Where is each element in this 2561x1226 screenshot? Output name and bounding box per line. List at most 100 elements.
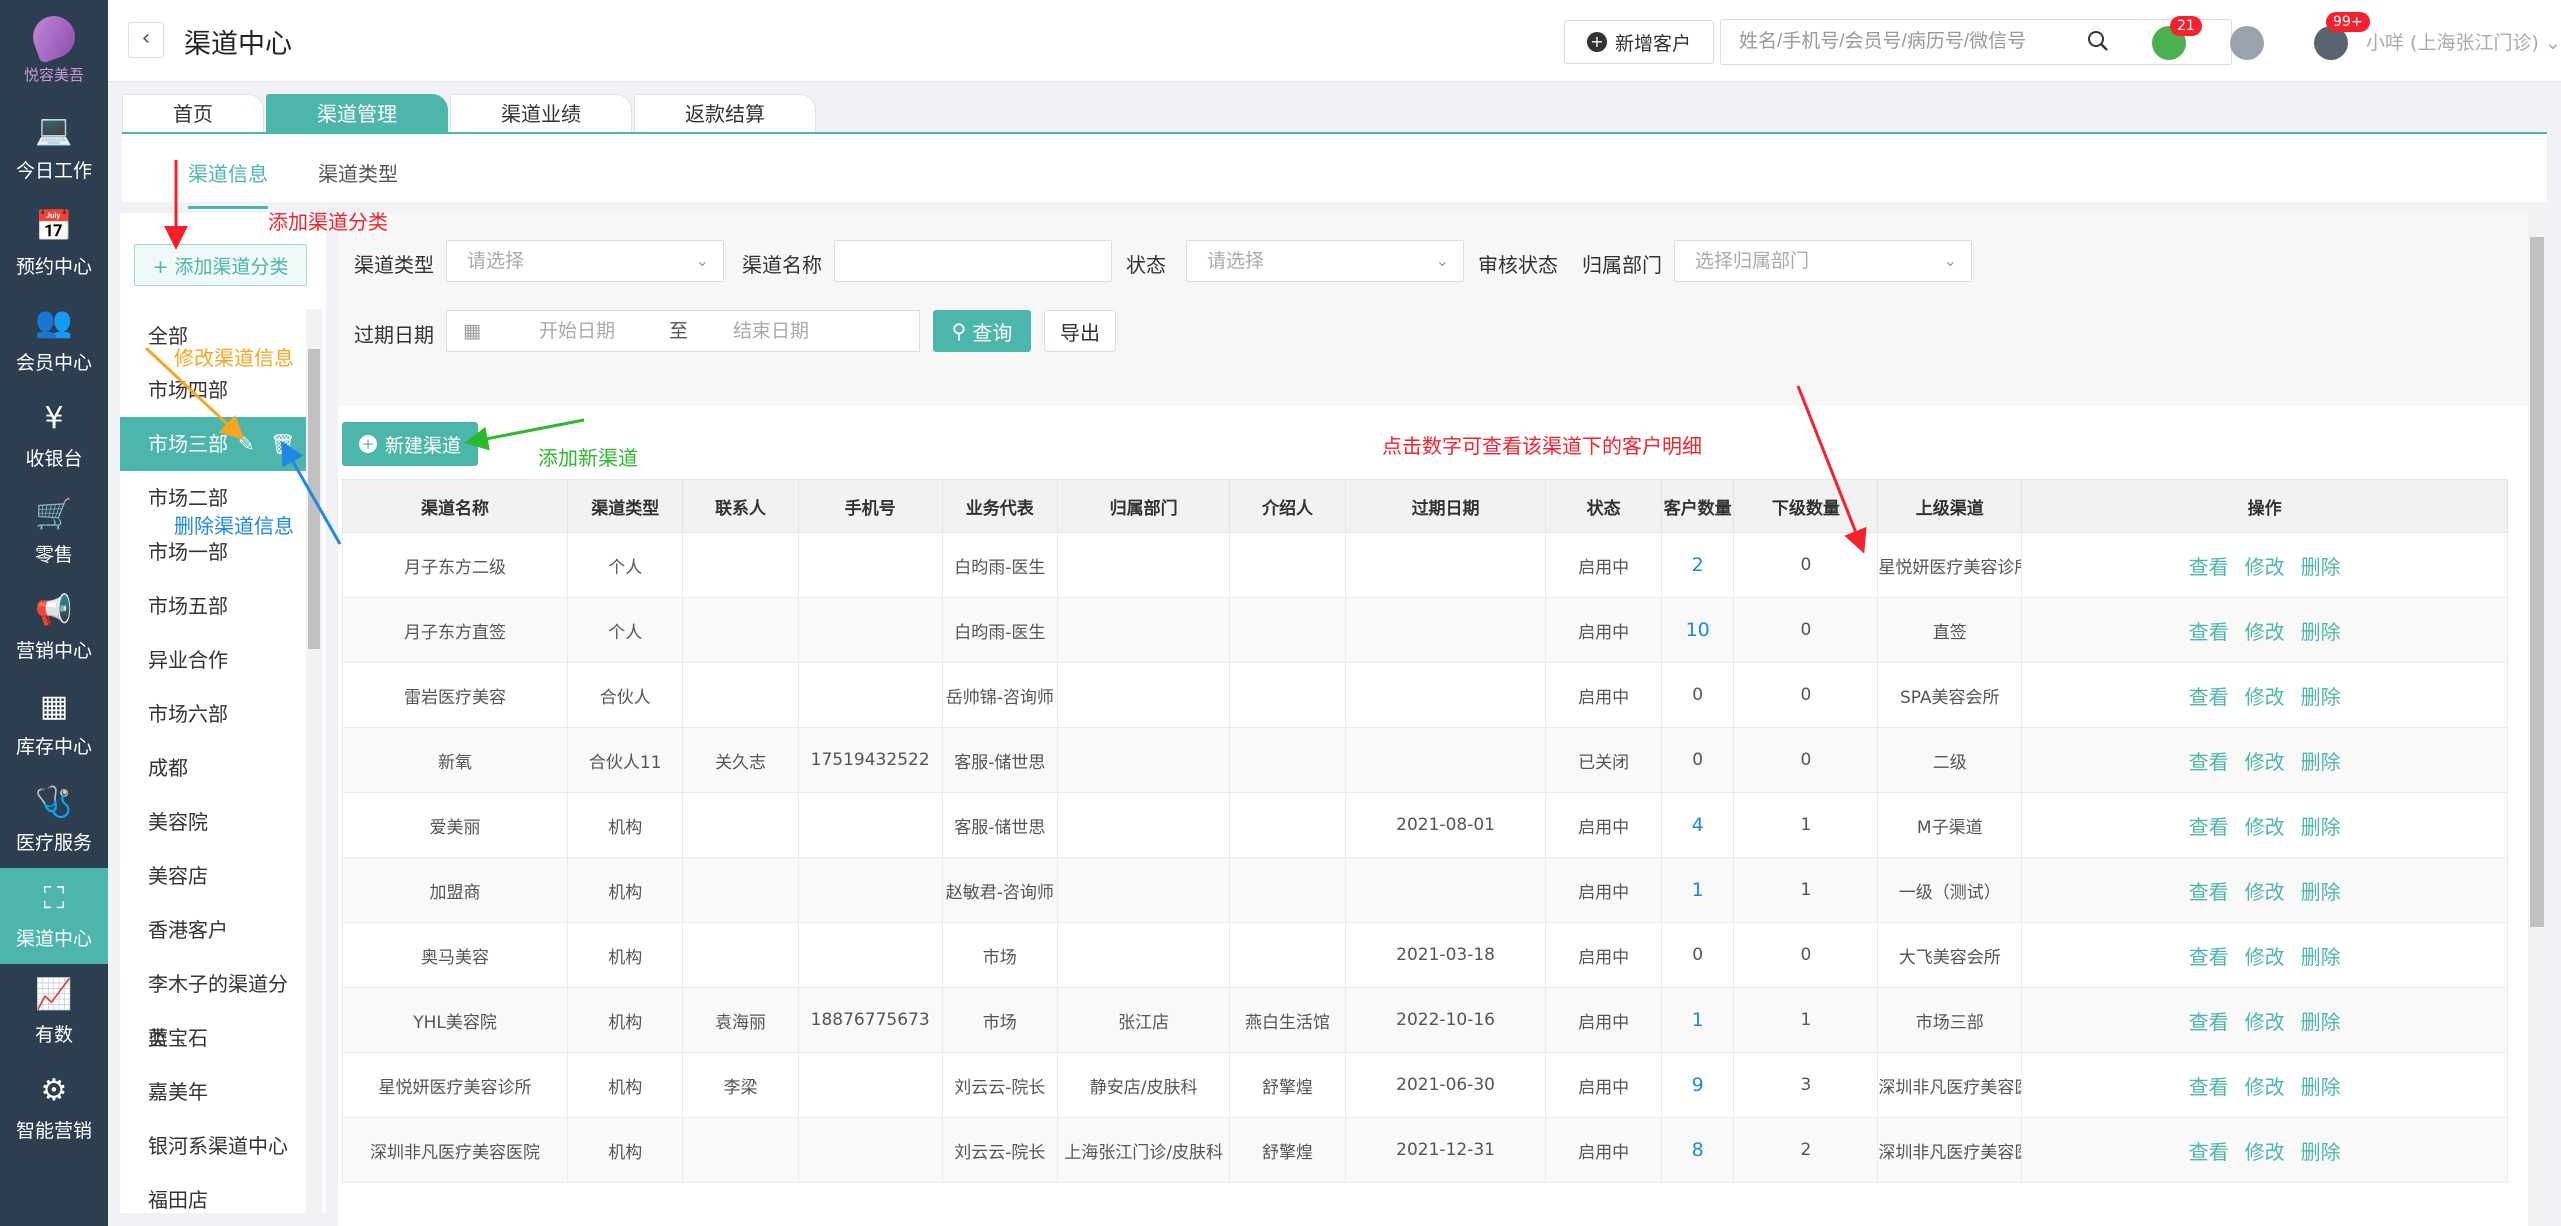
category-item[interactable]: 市场三部 ✎ 🗑 bbox=[120, 417, 306, 471]
channel-type-select[interactable]: 请选择 ⌄ bbox=[446, 240, 724, 282]
category-item[interactable]: 香港客户 bbox=[120, 903, 306, 957]
category-item[interactable]: 市场五部 bbox=[120, 579, 306, 633]
delete-action-link[interactable]: 删除 bbox=[2301, 815, 2341, 839]
category-scrollbar-thumb[interactable] bbox=[308, 349, 320, 649]
nav-item-2[interactable]: 👥 会员中心 bbox=[0, 292, 108, 388]
main-scrollbar[interactable] bbox=[2528, 213, 2546, 1226]
category-item[interactable]: 蓝宝石 bbox=[120, 1011, 306, 1065]
table-row[interactable]: 加盟商 机构 赵敏君-咨询师 启用中 1 1 一级（测试） 查看 修改 删除 bbox=[341, 857, 2508, 923]
edit-action-link[interactable]: 修改 bbox=[2245, 1140, 2285, 1164]
category-item[interactable]: 美容店 bbox=[120, 849, 306, 903]
customer-count-link[interactable]: 1 bbox=[1692, 879, 1704, 901]
view-action-link[interactable]: 查看 bbox=[2189, 620, 2229, 644]
table-row[interactable]: 爱美丽 机构 客服-储世思 2021-08-01 启用中 4 1 M子渠道 查看 修改 删除 bbox=[341, 792, 2508, 858]
edit-action-link[interactable]: 修改 bbox=[2245, 1010, 2285, 1034]
edit-action-link[interactable]: 修改 bbox=[2245, 685, 2285, 709]
table-row[interactable]: 月子东方二级 个人 白昀雨-医生 启用中 2 0 星悦妍医疗美容诊所 查看 修改 删除 bbox=[341, 532, 2508, 598]
customer-count-link[interactable]: 8 bbox=[1692, 1139, 1704, 1161]
customer-count-link[interactable]: 10 bbox=[1686, 619, 1710, 641]
user-menu[interactable]: 小咩 (上海张江门诊) ⌄ bbox=[2366, 28, 2561, 55]
view-action-link[interactable]: 查看 bbox=[2189, 555, 2229, 579]
nav-item-9[interactable]: 📈 有数 bbox=[0, 964, 108, 1060]
table-row[interactable]: 星悦妍医疗美容诊所 机构 李梁 刘云云-院长 静安店/皮肤科 舒擎煌 2021-06-30 启… bbox=[341, 1052, 2508, 1118]
customer-count-link[interactable]: 4 bbox=[1692, 814, 1704, 836]
category-item[interactable]: 成都 bbox=[120, 741, 306, 795]
table-row[interactable]: 奥马美容 机构 市场 2021-03-18 启用中 0 0 大飞美容会所 查看 修改 删除 bbox=[341, 922, 2508, 988]
customer-count-link[interactable]: 9 bbox=[1692, 1074, 1704, 1096]
nav-item-0[interactable]: 💻 今日工作 bbox=[0, 100, 108, 196]
table-row[interactable]: 深圳非凡医疗美容医院 机构 刘云云-院长 上海张江门诊/皮肤科 舒擎煌 2021-12-3… bbox=[341, 1117, 2508, 1183]
view-action-link[interactable]: 查看 bbox=[2189, 1075, 2229, 1099]
table-row[interactable]: YHL美容院 机构 袁海丽 18876775673 市场 张江店 燕白生活馆 2022-10-… bbox=[341, 987, 2508, 1053]
main-scrollbar-thumb[interactable] bbox=[2530, 237, 2544, 927]
query-button[interactable]: ⚲ 查询 bbox=[933, 310, 1031, 352]
trash-icon[interactable]: 🗑 bbox=[270, 417, 295, 471]
edit-action-link[interactable]: 修改 bbox=[2245, 815, 2285, 839]
edit-action-link[interactable]: 修改 bbox=[2245, 945, 2285, 969]
delete-action-link[interactable]: 删除 bbox=[2301, 1010, 2341, 1034]
category-scrollbar[interactable] bbox=[306, 309, 322, 1213]
edit-pencil-icon[interactable]: ✎ bbox=[238, 417, 255, 471]
customer-count-link[interactable]: 2 bbox=[1692, 554, 1704, 576]
nav-item-4[interactable]: 🛒 零售 bbox=[0, 484, 108, 580]
start-date-input[interactable]: 开始日期 bbox=[539, 311, 615, 351]
category-item[interactable]: 李木子的渠道分类 bbox=[120, 957, 306, 1050]
tab-rebate-settlement[interactable]: 返款结算 bbox=[634, 94, 816, 132]
table-row[interactable]: 雷岩医疗美容 合伙人 岳帅锦-咨询师 启用中 0 0 SPA美容会所 查看 修改 删除 bbox=[341, 662, 2508, 728]
nav-item-10[interactable]: ⚙ 智能营销 bbox=[0, 1060, 108, 1156]
nav-item-7[interactable]: 🩺 医疗服务 bbox=[0, 772, 108, 868]
category-item[interactable]: 异业合作 bbox=[120, 633, 306, 687]
edit-action-link[interactable]: 修改 bbox=[2245, 750, 2285, 774]
new-customer-button[interactable]: + 新增客户 bbox=[1564, 20, 1714, 64]
edit-action-link[interactable]: 修改 bbox=[2245, 880, 2285, 904]
subtab-channel-info[interactable]: 渠道信息 bbox=[188, 158, 268, 209]
group-icon[interactable] bbox=[2230, 26, 2264, 60]
brand-logo[interactable]: 悦容美吾 bbox=[0, 0, 108, 100]
view-action-link[interactable]: 查看 bbox=[2189, 815, 2229, 839]
delete-action-link[interactable]: 删除 bbox=[2301, 880, 2341, 904]
category-item[interactable]: 市场四部 bbox=[120, 363, 306, 417]
new-channel-button[interactable]: + 新建渠道 bbox=[342, 422, 478, 466]
edit-action-link[interactable]: 修改 bbox=[2245, 1075, 2285, 1099]
back-button[interactable]: ‹ bbox=[128, 22, 164, 58]
view-action-link[interactable]: 查看 bbox=[2189, 1140, 2229, 1164]
delete-action-link[interactable]: 删除 bbox=[2301, 750, 2341, 774]
edit-action-link[interactable]: 修改 bbox=[2245, 620, 2285, 644]
nav-item-8[interactable]: ⛶ 渠道中心 bbox=[0, 868, 108, 964]
category-item[interactable]: 美容院 bbox=[120, 795, 306, 849]
delete-action-link[interactable]: 删除 bbox=[2301, 1075, 2341, 1099]
view-action-link[interactable]: 查看 bbox=[2189, 750, 2229, 774]
expire-date-range[interactable]: ▦ 开始日期 至 结束日期 bbox=[446, 310, 920, 352]
table-row[interactable]: 月子东方直签 个人 白昀雨-医生 启用中 10 0 直签 查看 修改 删除 bbox=[341, 597, 2508, 663]
add-category-button[interactable]: + 添加渠道分类 bbox=[134, 244, 307, 286]
view-action-link[interactable]: 查看 bbox=[2189, 880, 2229, 904]
nav-item-1[interactable]: 📅 预约中心 bbox=[0, 196, 108, 292]
delete-action-link[interactable]: 删除 bbox=[2301, 555, 2341, 579]
delete-action-link[interactable]: 删除 bbox=[2301, 685, 2341, 709]
view-action-link[interactable]: 查看 bbox=[2189, 945, 2229, 969]
export-button[interactable]: 导出 bbox=[1044, 310, 1116, 352]
category-item[interactable]: 福田店 bbox=[120, 1173, 306, 1226]
channel-name-input[interactable] bbox=[834, 240, 1112, 282]
nav-item-6[interactable]: ▦ 库存中心 bbox=[0, 676, 108, 772]
edit-action-link[interactable]: 修改 bbox=[2245, 555, 2285, 579]
nav-item-5[interactable]: 📢 营销中心 bbox=[0, 580, 108, 676]
department-select[interactable]: 选择归属部门 ⌄ bbox=[1674, 240, 1972, 282]
delete-action-link[interactable]: 删除 bbox=[2301, 1140, 2341, 1164]
category-item[interactable]: 嘉美年 bbox=[120, 1065, 306, 1119]
view-action-link[interactable]: 查看 bbox=[2189, 685, 2229, 709]
tab-home[interactable]: 首页 bbox=[122, 94, 264, 132]
search-icon[interactable] bbox=[2086, 29, 2110, 53]
category-item[interactable]: 银河系渠道中心 bbox=[120, 1119, 306, 1173]
view-action-link[interactable]: 查看 bbox=[2189, 1010, 2229, 1034]
nav-item-3[interactable]: ¥ 收银台 bbox=[0, 388, 108, 484]
subtab-channel-type[interactable]: 渠道类型 bbox=[318, 158, 398, 187]
delete-action-link[interactable]: 删除 bbox=[2301, 945, 2341, 969]
delete-action-link[interactable]: 删除 bbox=[2301, 620, 2341, 644]
customer-count-link[interactable]: 1 bbox=[1692, 1009, 1704, 1031]
tab-channel-performance[interactable]: 渠道业绩 bbox=[450, 94, 632, 132]
status-select[interactable]: 请选择 ⌄ bbox=[1186, 240, 1464, 282]
category-item[interactable]: 市场六部 bbox=[120, 687, 306, 741]
tab-channel-management[interactable]: 渠道管理 bbox=[266, 94, 448, 132]
end-date-input[interactable]: 结束日期 bbox=[733, 311, 809, 351]
